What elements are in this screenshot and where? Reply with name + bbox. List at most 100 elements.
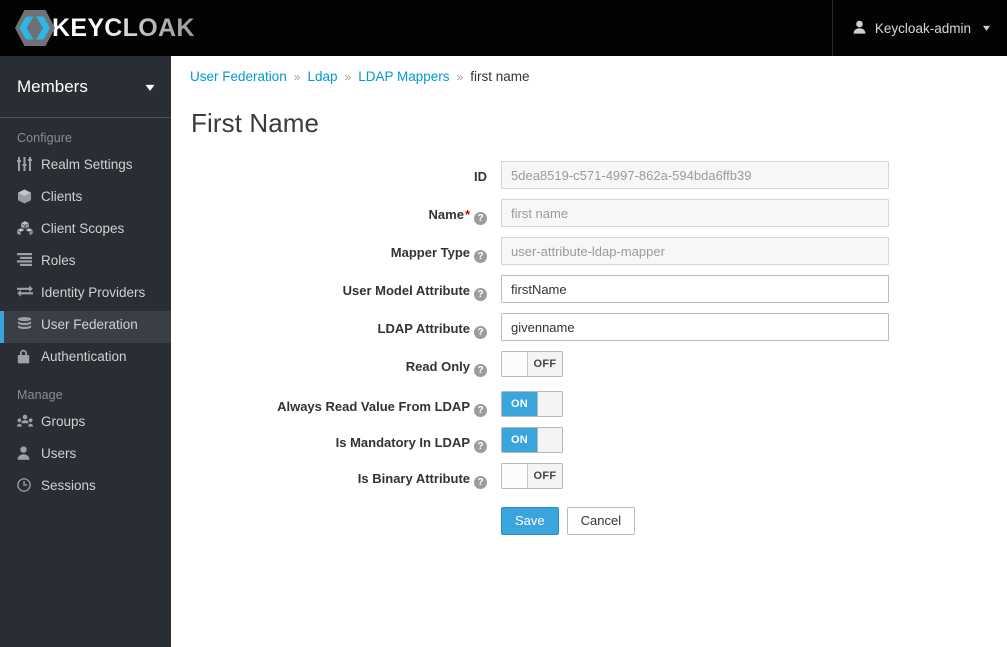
form-field-control — [501, 275, 1007, 303]
save-button[interactable]: Save — [501, 507, 559, 535]
form-field-label: Name*? — [171, 199, 501, 225]
breadcrumb: User Federation » Ldap » LDAP Mappers » first … — [171, 56, 1007, 84]
realm-selector[interactable]: Members ▾ — [0, 56, 171, 118]
input-user-model-attribute[interactable] — [501, 275, 889, 303]
form-actions: Save Cancel — [171, 507, 1007, 535]
form-field-control: OFF — [501, 463, 1007, 493]
sidebar-item-clients[interactable]: Clients — [0, 183, 171, 215]
input-ldap-attribute[interactable] — [501, 313, 889, 341]
form-row: Read Only? OFF — [171, 351, 1007, 381]
chevron-down-icon: ▾ — [145, 79, 155, 94]
page-title: First Name — [191, 108, 320, 138]
breadcrumb-separator-icon: » — [344, 69, 352, 84]
toggle-handle — [537, 392, 562, 416]
sidebar-item-label: Realm Settings — [41, 157, 133, 172]
user-icon — [17, 446, 41, 460]
sidebar-item-realm-settings[interactable]: Realm Settings — [0, 151, 171, 183]
form-row: LDAP Attribute? — [171, 313, 1007, 341]
sidebar-item-label: Client Scopes — [41, 221, 125, 236]
sidebar-item-identity-providers[interactable]: Identity Providers — [0, 279, 171, 311]
form-field-label-text: Read Only — [405, 359, 470, 374]
input-mapper-type — [501, 237, 889, 265]
user-avatar-icon — [853, 20, 866, 37]
help-tooltip-icon[interactable]: ? — [474, 476, 487, 489]
sidebar-item-label: Authentication — [41, 349, 127, 364]
sidebar-item-user-federation[interactable]: User Federation — [0, 311, 171, 343]
required-asterisk-icon: * — [464, 207, 470, 222]
user-account-menu[interactable]: Keycloak-admin ▾ — [831, 0, 1007, 56]
form-field-label: User Model Attribute? — [171, 275, 501, 301]
form-field-label: LDAP Attribute? — [171, 313, 501, 339]
form-row: Is Mandatory In LDAP? ON — [171, 427, 1007, 453]
sidebar-item-users[interactable]: Users — [0, 440, 171, 472]
main-content: User Federation » Ldap » LDAP Mappers » first … — [171, 56, 1007, 647]
help-tooltip-icon[interactable]: ? — [474, 364, 487, 377]
toggle-read-only[interactable]: OFF — [501, 351, 563, 377]
form-field-control — [501, 313, 1007, 341]
sidebar-item-label: Identity Providers — [41, 285, 146, 300]
toggle-is-binary-attribute[interactable]: OFF — [501, 463, 563, 489]
breadcrumb-item[interactable]: User Federation — [190, 69, 287, 84]
form-field-label: ID — [171, 161, 501, 186]
input-id — [501, 161, 889, 189]
toggle-always-read-value-from-ldap[interactable]: ON — [501, 391, 563, 417]
breadcrumb-item[interactable]: LDAP Mappers — [358, 69, 449, 84]
form-field-label-text: Is Mandatory In LDAP — [335, 435, 470, 450]
cancel-button[interactable]: Cancel — [566, 507, 636, 535]
sidebar-item-label: Sessions — [41, 478, 96, 493]
toggle-is-mandatory-in-ldap[interactable]: ON — [501, 427, 563, 453]
form-field-label-text: LDAP Attribute — [377, 321, 470, 336]
help-tooltip-icon[interactable]: ? — [474, 404, 487, 417]
sidebar-item-label: Users — [41, 446, 77, 461]
help-tooltip-icon[interactable]: ? — [474, 212, 487, 225]
form-row: ID — [171, 161, 1007, 189]
sidebar-item-groups[interactable]: Groups — [0, 408, 171, 440]
sidebar-item-client-scopes[interactable]: Client Scopes — [0, 215, 171, 247]
top-header-bar: KEYCLOAK Keycloak-admin ▾ — [0, 0, 1007, 56]
form-field-label: Is Binary Attribute? — [171, 463, 501, 489]
sliders-icon — [17, 157, 41, 171]
toggle-state-label: ON — [502, 392, 537, 416]
keycloak-hexagon-icon — [14, 9, 56, 47]
brand-logo[interactable]: KEYCLOAK — [14, 0, 195, 56]
help-tooltip-icon[interactable]: ? — [474, 326, 487, 339]
roles-list-icon — [17, 253, 41, 266]
toggle-state-label: OFF — [527, 352, 562, 376]
form-field-label-text: Is Binary Attribute — [357, 471, 470, 486]
toggle-state-label: ON — [502, 428, 537, 452]
sidebar-item-label: Clients — [41, 189, 83, 204]
help-tooltip-icon[interactable]: ? — [474, 250, 487, 263]
toggle-handle — [502, 352, 527, 376]
form-field-label: Mapper Type? — [171, 237, 501, 263]
help-tooltip-icon[interactable]: ? — [474, 288, 487, 301]
form-row: User Model Attribute? — [171, 275, 1007, 303]
cube-icon — [17, 189, 41, 204]
sidebar-item-sessions[interactable]: Sessions — [0, 472, 171, 504]
form-row: Name*? — [171, 199, 1007, 227]
breadcrumb-separator-icon: » — [456, 69, 464, 84]
groups-icon — [17, 414, 41, 428]
form-field-control — [501, 237, 1007, 265]
form-field-label-text: Mapper Type — [390, 245, 470, 260]
sidebar-item-authentication[interactable]: Authentication — [0, 343, 171, 375]
form-field-label: Is Mandatory In LDAP? — [171, 427, 501, 453]
toggle-handle — [502, 464, 527, 488]
help-tooltip-icon[interactable]: ? — [474, 440, 487, 453]
clock-icon — [17, 478, 41, 492]
form-field-control: ON — [501, 391, 1007, 417]
sidebar: Members ▾ Configure Realm Settings Clients… — [0, 56, 171, 647]
breadcrumb-item[interactable]: Ldap — [307, 69, 337, 84]
user-account-name: Keycloak-admin — [874, 20, 971, 36]
input-name — [501, 199, 889, 227]
sidebar-item-label: Groups — [41, 414, 86, 429]
breadcrumb-item: first name — [470, 69, 530, 84]
chevron-down-icon: ▾ — [982, 22, 991, 34]
sidebar-section-title: Manage — [17, 388, 63, 402]
database-icon — [17, 317, 41, 331]
sidebar-item-roles[interactable]: Roles — [0, 247, 171, 279]
breadcrumb-separator-icon: » — [293, 69, 301, 84]
form-field-label-text: Name — [428, 207, 464, 222]
cubes-icon — [17, 221, 41, 236]
mapper-settings-form: IDName*?Mapper Type?User Model Attribute… — [171, 139, 1007, 493]
form-field-label-text: Always Read Value From LDAP — [277, 399, 470, 414]
